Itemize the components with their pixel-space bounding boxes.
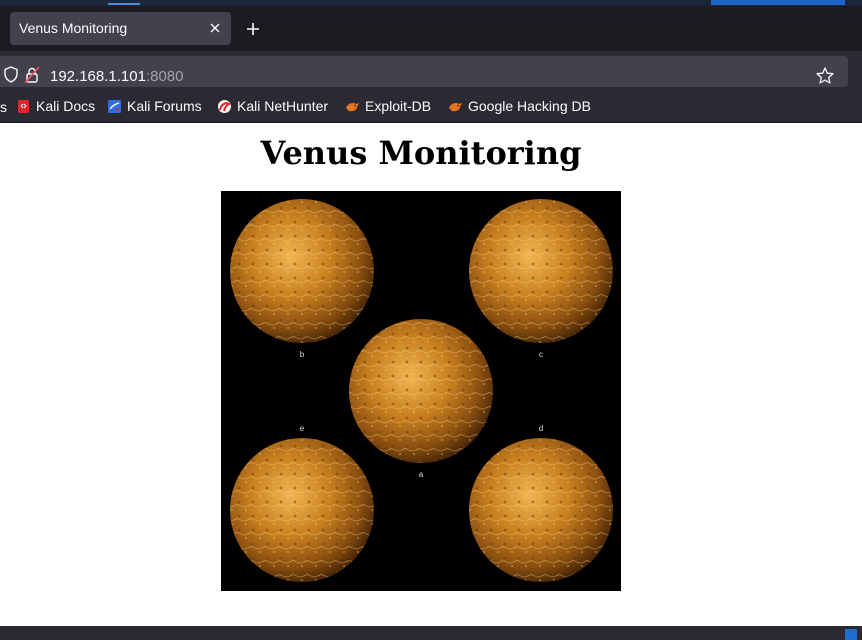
page-content: Venus Monitoring b c a e d [0,123,862,626]
bookmark-label: Kali Forums [127,98,202,114]
bookmark-kali-docs[interactable]: Kali Docs [16,97,95,115]
tab-title: Venus Monitoring [19,20,128,36]
plus-icon[interactable] [243,19,263,39]
venus-globe-a [349,319,493,463]
globe-label-b: b [300,350,305,359]
address-bar[interactable]: 192.168.1.101:8080 [0,56,848,87]
status-bar [0,626,862,640]
globe-label-d: d [539,424,543,433]
notification-icon[interactable] [845,629,857,640]
bookmark-kali-forums[interactable]: Kali Forums [107,97,202,115]
globe-label-e: e [300,424,305,433]
venus-globe-e [230,438,374,582]
close-icon[interactable] [205,18,225,38]
lock-insecure-icon[interactable] [24,66,40,84]
venus-globe-c [469,199,613,343]
kali-forums-icon [107,99,122,114]
bookmark-label: Kali Docs [36,98,96,114]
star-icon[interactable] [815,66,835,86]
venus-globe-b [230,199,374,343]
bookmark-label: Google Hacking DB [468,98,591,114]
url-text[interactable]: 192.168.1.101:8080 [50,68,183,85]
url-port: :8080 [145,68,184,85]
bookmark-label: Kali NetHunter [237,98,329,114]
navigation-toolbar: 192.168.1.101:8080 [0,51,862,90]
globe-label-c: c [539,350,543,359]
venus-globe-d [469,438,613,582]
url-host: 192.168.1.101 [50,68,146,85]
ghdb-icon [448,99,463,114]
bookmarks-toolbar: s Kali Docs Kali Forums Kali NetHunter E… [0,90,862,123]
shield-icon[interactable] [3,66,19,83]
bookmark-kali-nethunter[interactable]: Kali NetHunter [217,97,328,115]
venus-image: b c a e d [221,191,621,591]
globe-label-a: a [419,470,424,479]
nethunter-icon [217,99,232,114]
bookmark-truncated[interactable]: s [0,99,7,115]
system-tray [711,0,845,5]
tab-bar: Venus Monitoring [0,6,862,51]
page-title: Venus Monitoring [260,134,582,172]
tab-venus-monitoring[interactable]: Venus Monitoring [10,12,231,45]
workspace-indicator [108,3,140,5]
bookmark-google-hacking-db[interactable]: Google Hacking DB [448,97,591,115]
bookmark-exploit-db[interactable]: Exploit-DB [345,97,431,115]
bookmark-label: Exploit-DB [365,98,432,114]
kali-docs-icon [16,99,31,114]
exploit-db-icon [345,99,360,114]
